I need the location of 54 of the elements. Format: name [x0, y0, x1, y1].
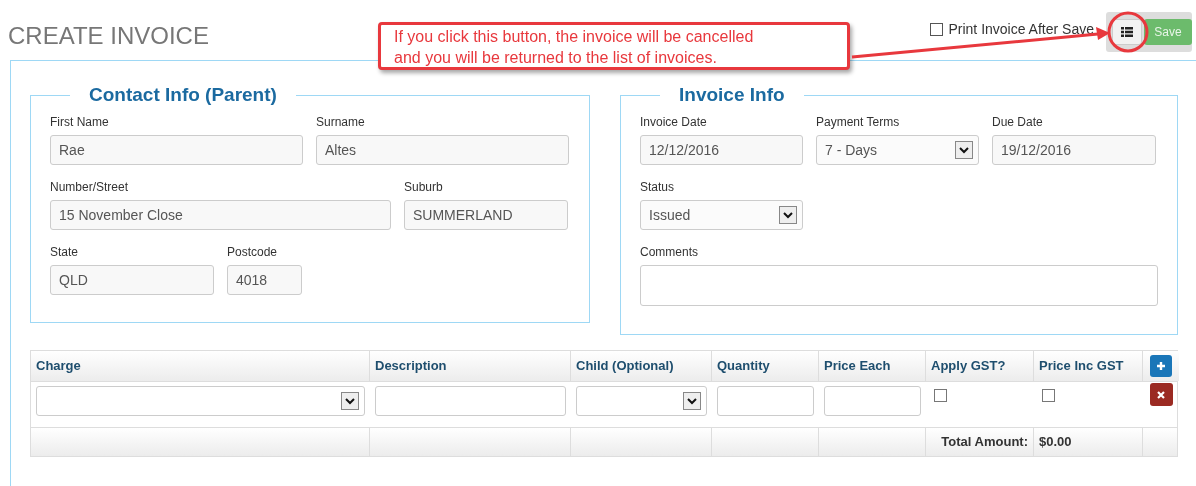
input-field[interactable]	[375, 386, 566, 416]
dropdown[interactable]: 7 - Days	[816, 135, 979, 165]
caret-icon	[683, 392, 701, 410]
caret-icon	[779, 206, 797, 224]
total-label: Total Amount:	[941, 433, 1028, 452]
total-amount: $0.00	[1039, 433, 1072, 452]
field-label: Surname	[316, 115, 366, 130]
add-button[interactable]	[1150, 355, 1172, 377]
column-header: Price Each	[819, 351, 926, 381]
delete-button[interactable]	[1149, 383, 1173, 406]
column-header: Apply GST?	[926, 351, 1034, 381]
column-header: Child (Optional)	[571, 351, 712, 381]
column-header: Description	[370, 351, 571, 381]
field-label: State	[50, 245, 80, 260]
close-icon	[1157, 390, 1165, 399]
column-header: Price Inc GST	[1034, 351, 1143, 381]
field-label: Suburb	[404, 180, 444, 195]
caret-icon	[341, 392, 359, 410]
checkbox[interactable]	[1042, 389, 1055, 402]
field-label: Invoice Date	[640, 115, 708, 130]
input-field[interactable]: SUMMERLAND	[404, 200, 568, 230]
list-icon	[1121, 27, 1133, 37]
input-field[interactable]: Rae	[50, 135, 303, 165]
section-title: Contact Info (Parent)	[88, 83, 278, 107]
input-field[interactable]: 12/12/2016	[640, 135, 803, 165]
input-field[interactable]: 19/12/2016	[992, 135, 1156, 165]
annotation-callout: If you click this button, the invoice will be cancelled and you will be returned to the list of invoices.	[378, 22, 850, 70]
input-field[interactable]	[717, 386, 814, 416]
field-label: Due Date	[992, 115, 1044, 130]
field-label: Number/Street	[50, 180, 130, 195]
section-title: Invoice Info	[678, 83, 786, 107]
input-field[interactable]: 15 November Close	[50, 200, 391, 230]
dropdown[interactable]: Issued	[640, 200, 803, 230]
column-header: Charge	[31, 351, 370, 381]
input-field[interactable]: 4018	[227, 265, 302, 295]
checkbox[interactable]	[930, 22, 944, 36]
caret-icon	[955, 141, 973, 159]
field-label: Comments	[640, 245, 699, 260]
field-label: Postcode	[227, 245, 279, 260]
checkbox[interactable]	[934, 389, 947, 402]
highlight-circle	[1107, 11, 1149, 53]
list-button[interactable]	[1112, 19, 1142, 45]
plus-icon	[1156, 361, 1166, 371]
field-label: Status	[640, 180, 676, 195]
input-field[interactable]	[824, 386, 921, 416]
column-header: Quantity	[712, 351, 819, 381]
input-field[interactable]: Altes	[316, 135, 569, 165]
checkbox-label: Print Invoice After Save	[948, 19, 1094, 39]
dropdown[interactable]	[576, 386, 707, 416]
input-field[interactable]: QLD	[50, 265, 214, 295]
field-label: First Name	[50, 115, 110, 130]
field-label: Payment Terms	[816, 115, 901, 130]
page-title: CREATE INVOICE	[8, 22, 209, 50]
comments-field[interactable]	[640, 265, 1158, 306]
